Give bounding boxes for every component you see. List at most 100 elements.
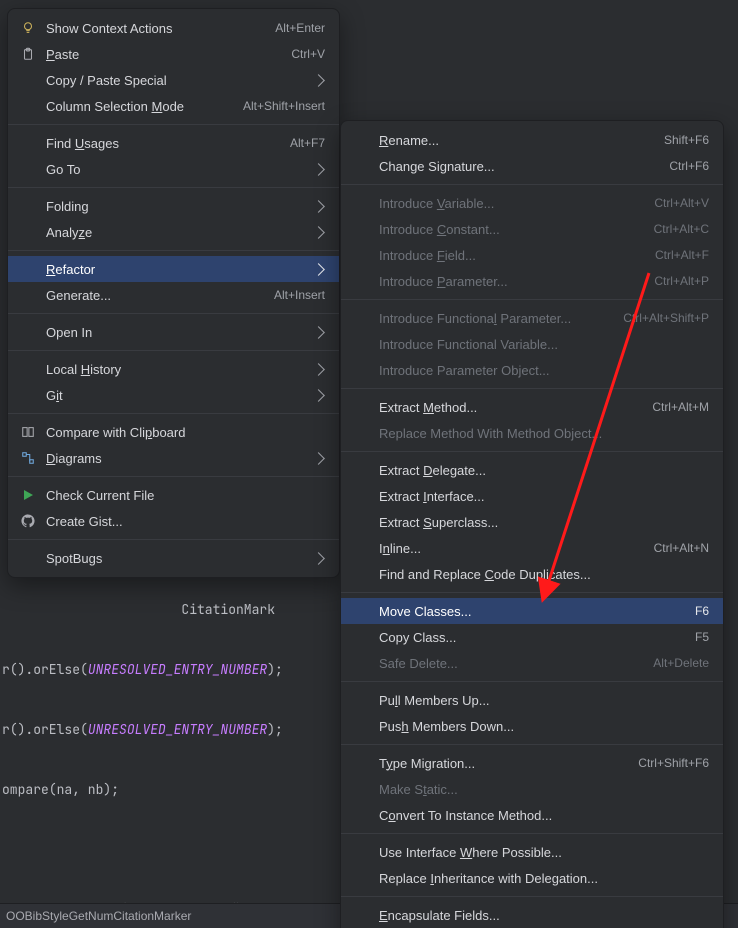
menu-item-label: Check Current File xyxy=(46,488,325,503)
menu-separator xyxy=(8,250,339,251)
github-icon xyxy=(20,513,36,529)
menu-item-label: Copy Class... xyxy=(379,630,683,645)
context-menu-item-9[interactable]: Analyze xyxy=(8,219,339,245)
menu-item-label: Generate... xyxy=(46,288,262,303)
context-menu-item-2[interactable]: Copy / Paste Special xyxy=(8,67,339,93)
menu-item-label: Find and Replace Code Duplicates... xyxy=(379,567,709,582)
context-menu-item-22[interactable]: Check Current File xyxy=(8,482,339,508)
refactor-menu-item-26[interactable]: Push Members Down... xyxy=(341,713,723,739)
context-menu-item-17[interactable]: Git xyxy=(8,382,339,408)
refactor-menu-item-25[interactable]: Pull Members Up... xyxy=(341,687,723,713)
refactor-menu-item-1[interactable]: Change Signature...Ctrl+F6 xyxy=(341,153,723,179)
context-menu-item-8[interactable]: Folding xyxy=(8,193,339,219)
context-menu-item-23[interactable]: Create Gist... xyxy=(8,508,339,534)
refactor-menu-item-5: Introduce Field...Ctrl+Alt+F xyxy=(341,242,723,268)
menu-item-shortcut: Shift+F6 xyxy=(664,133,709,147)
chevron-right-icon xyxy=(312,200,325,213)
bulb-icon xyxy=(20,20,36,36)
chevron-right-icon xyxy=(312,226,325,239)
chevron-right-icon xyxy=(312,263,325,276)
menu-item-label: Find Usages xyxy=(46,136,278,151)
context-menu-item-12[interactable]: Generate...Alt+Insert xyxy=(8,282,339,308)
context-menu[interactable]: Show Context Actions Alt+Enter PasteCtrl+V… xyxy=(7,8,340,578)
menu-item-label: SpotBugs xyxy=(46,551,304,566)
menu-item-label: Introduce Parameter... xyxy=(379,274,642,289)
menu-item-shortcut: Ctrl+F6 xyxy=(669,159,709,173)
menu-item-shortcut: Alt+Enter xyxy=(275,21,325,35)
refactor-menu-item-23: Safe Delete... Alt+Delete xyxy=(341,650,723,676)
menu-item-label: Extract Delegate... xyxy=(379,463,709,478)
context-menu-item-1[interactable]: PasteCtrl+V xyxy=(8,41,339,67)
chevron-right-icon xyxy=(312,363,325,376)
refactor-menu-item-29: Make Static... xyxy=(341,776,723,802)
menu-item-label: Introduce Variable... xyxy=(379,196,642,211)
menu-separator xyxy=(341,833,723,834)
menu-item-shortcut: F5 xyxy=(695,630,709,644)
menu-separator xyxy=(341,184,723,185)
context-menu-item-14[interactable]: Open In xyxy=(8,319,339,345)
refactor-menu-item-21[interactable]: Move Classes...F6 xyxy=(341,598,723,624)
menu-item-shortcut: Ctrl+Alt+N xyxy=(654,541,709,555)
menu-separator xyxy=(341,681,723,682)
refactor-menu-item-30[interactable]: Convert To Instance Method... xyxy=(341,802,723,828)
status-text: OOBibStyleGetNumCitationMarker xyxy=(6,909,191,923)
refactor-menu-item-16[interactable]: Extract Interface... xyxy=(341,483,723,509)
menu-item-label: Introduce Parameter Object... xyxy=(379,363,709,378)
context-menu-item-0[interactable]: Show Context Actions Alt+Enter xyxy=(8,15,339,41)
context-menu-item-6[interactable]: Go To xyxy=(8,156,339,182)
menu-separator xyxy=(8,187,339,188)
chevron-right-icon xyxy=(312,163,325,176)
chevron-right-icon xyxy=(312,74,325,87)
chevron-right-icon xyxy=(312,452,325,465)
refactor-menu-item-8: Introduce Functional Parameter...Ctrl+Al… xyxy=(341,305,723,331)
refactor-menu-item-10: Introduce Parameter Object... xyxy=(341,357,723,383)
menu-item-label: Compare with Clipboard xyxy=(46,425,325,440)
menu-item-label: Extract Interface... xyxy=(379,489,709,504)
refactor-menu-item-17[interactable]: Extract Superclass... xyxy=(341,509,723,535)
chevron-right-icon xyxy=(312,552,325,565)
menu-item-shortcut: Ctrl+Alt+P xyxy=(654,274,709,288)
menu-item-shortcut: Alt+F7 xyxy=(290,136,325,150)
refactor-menu-item-18[interactable]: Inline...Ctrl+Alt+N xyxy=(341,535,723,561)
context-menu-item-16[interactable]: Local History xyxy=(8,356,339,382)
refactor-menu-item-13: Replace Method With Method Object... xyxy=(341,420,723,446)
menu-separator xyxy=(8,124,339,125)
menu-item-label: Encapsulate Fields... xyxy=(379,908,709,923)
context-menu-item-20[interactable]: Diagrams xyxy=(8,445,339,471)
context-menu-item-5[interactable]: Find Usages Alt+F7 xyxy=(8,130,339,156)
chevron-right-icon xyxy=(312,326,325,339)
refactor-menu-item-9: Introduce Functional Variable... xyxy=(341,331,723,357)
context-menu-item-25[interactable]: SpotBugs xyxy=(8,545,339,571)
menu-separator xyxy=(341,896,723,897)
menu-item-label: Go To xyxy=(46,162,304,177)
refactor-menu-item-32[interactable]: Use Interface Where Possible... xyxy=(341,839,723,865)
menu-separator xyxy=(8,350,339,351)
menu-item-shortcut: Alt+Shift+Insert xyxy=(243,99,325,113)
context-menu-item-3[interactable]: Column Selection ModeAlt+Shift+Insert xyxy=(8,93,339,119)
refactor-menu-item-19[interactable]: Find and Replace Code Duplicates... xyxy=(341,561,723,587)
chevron-right-icon xyxy=(312,389,325,402)
context-menu-item-19[interactable]: Compare with Clipboard xyxy=(8,419,339,445)
menu-item-label: Extract Superclass... xyxy=(379,515,709,530)
menu-item-shortcut: Alt+Delete xyxy=(653,656,709,670)
refactor-menu-item-12[interactable]: Extract Method...Ctrl+Alt+M xyxy=(341,394,723,420)
menu-separator xyxy=(8,413,339,414)
menu-item-shortcut: Ctrl+Alt+M xyxy=(652,400,709,414)
menu-item-label: Safe Delete... xyxy=(379,656,641,671)
refactor-submenu[interactable]: Rename...Shift+F6Change Signature...Ctrl… xyxy=(340,120,724,928)
menu-separator xyxy=(341,744,723,745)
refactor-menu-item-33[interactable]: Replace Inheritance with Delegation... xyxy=(341,865,723,891)
refactor-menu-item-0[interactable]: Rename...Shift+F6 xyxy=(341,127,723,153)
refactor-menu-item-3: Introduce Variable... Ctrl+Alt+V xyxy=(341,190,723,216)
refactor-menu-item-15[interactable]: Extract Delegate... xyxy=(341,457,723,483)
context-menu-item-11[interactable]: Refactor xyxy=(8,256,339,282)
menu-item-shortcut: Ctrl+Alt+V xyxy=(654,196,709,210)
menu-item-label: Show Context Actions xyxy=(46,21,263,36)
menu-item-label: Convert To Instance Method... xyxy=(379,808,709,823)
menu-item-shortcut: Ctrl+Alt+F xyxy=(655,248,709,262)
refactor-menu-item-22[interactable]: Copy Class... F5 xyxy=(341,624,723,650)
menu-item-label: Analyze xyxy=(46,225,304,240)
refactor-menu-item-28[interactable]: Type Migration...Ctrl+Shift+F6 xyxy=(341,750,723,776)
refactor-menu-item-35[interactable]: Encapsulate Fields... xyxy=(341,902,723,928)
refactor-menu-item-4: Introduce Constant...Ctrl+Alt+C xyxy=(341,216,723,242)
